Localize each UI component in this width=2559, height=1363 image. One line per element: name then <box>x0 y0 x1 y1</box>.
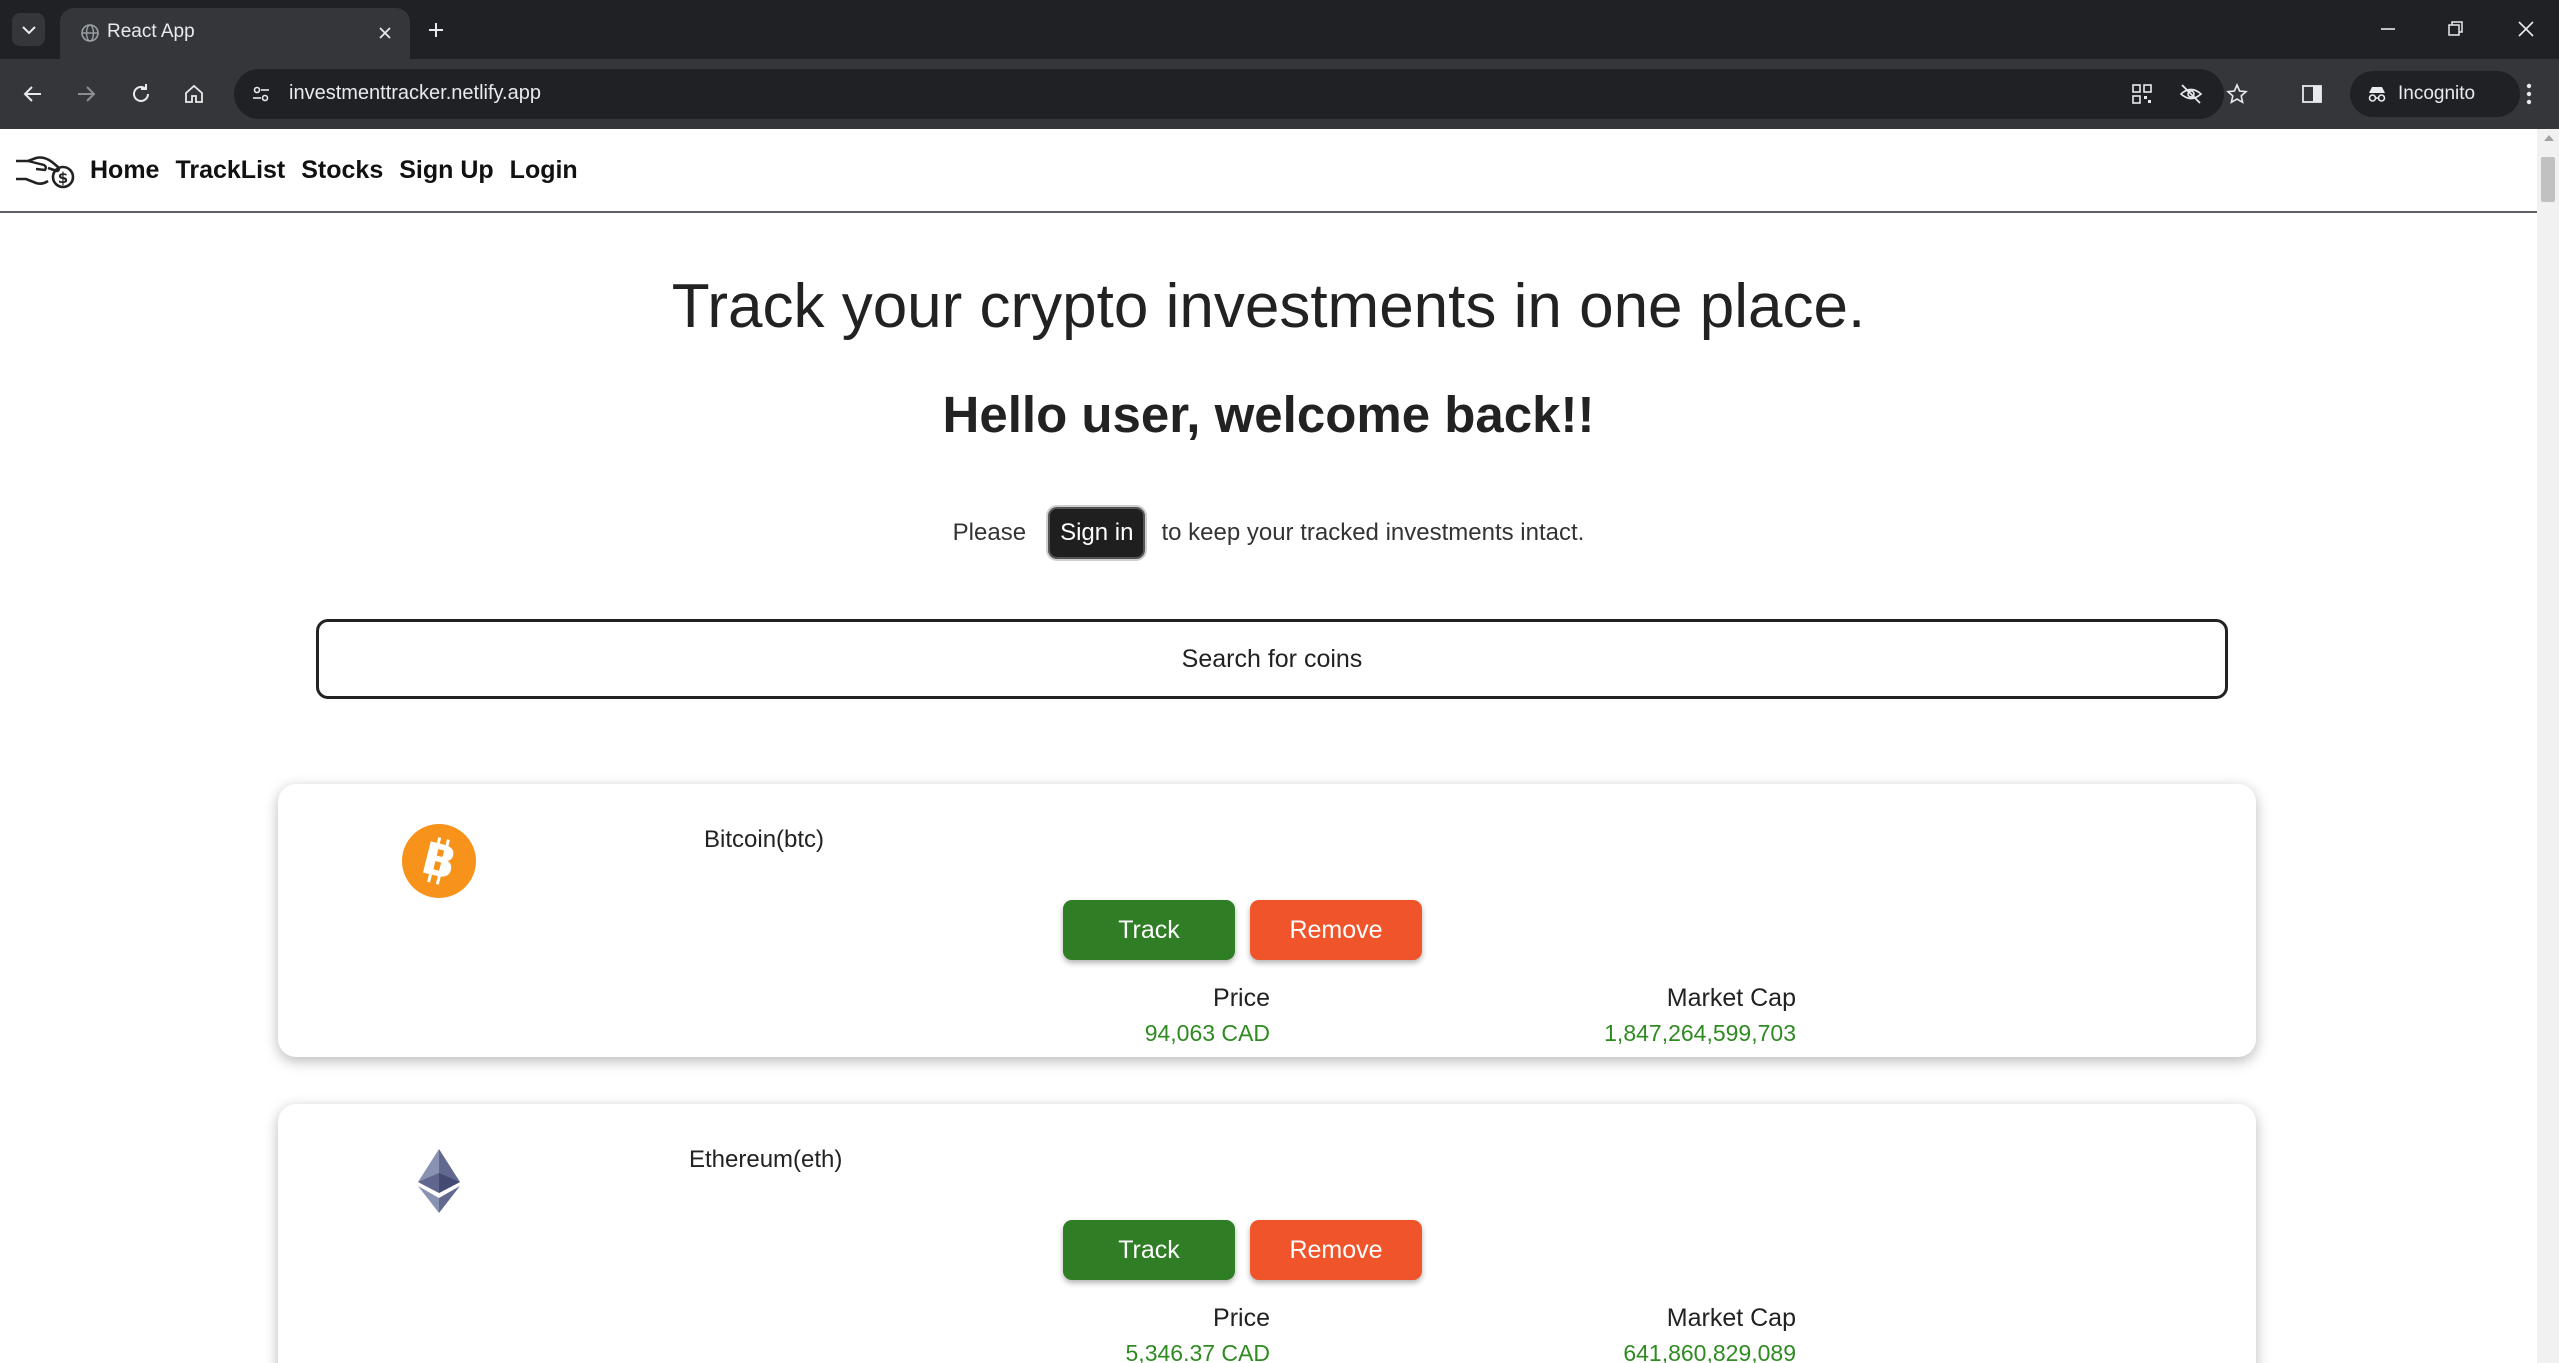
incognito-indicator[interactable]: Incognito <box>2350 71 2520 117</box>
more-vertical-icon <box>2526 83 2532 105</box>
signin-prompt: Please Sign in to keep your tracked inve… <box>0 507 2537 559</box>
minimize-button[interactable] <box>2368 12 2408 46</box>
plus-icon <box>429 23 443 37</box>
eye-slash-icon[interactable] <box>2176 79 2206 109</box>
nav-tracklist-link[interactable]: TrackList <box>175 156 285 185</box>
reload-icon <box>133 84 149 102</box>
bookmark-star-icon[interactable] <box>2222 79 2252 109</box>
close-tab-icon[interactable] <box>372 20 398 46</box>
browser-tab-bar: React App <box>0 0 2559 59</box>
minimize-icon <box>2381 28 2395 30</box>
incognito-icon <box>2368 87 2386 102</box>
browser-menu-button[interactable] <box>2512 77 2546 111</box>
signin-prefix: Please <box>952 519 1027 546</box>
remove-button[interactable]: Remove <box>1250 1220 1422 1280</box>
globe-icon <box>80 23 100 48</box>
coin-name: Bitcoin(btc) <box>704 826 825 853</box>
forward-button[interactable] <box>67 75 105 113</box>
ethereum-icon <box>418 1149 460 1218</box>
svg-text:$: $ <box>58 169 68 187</box>
market-cap-value: 641,860,829,089 <box>1623 1340 1796 1363</box>
page-viewport: $ Home TrackList Stocks Sign Up Login Tr… <box>0 129 2537 1363</box>
coin-search-input[interactable] <box>316 619 2228 699</box>
incognito-label: Incognito <box>2398 83 2476 104</box>
reload-button[interactable] <box>122 75 160 113</box>
site-navbar: $ Home TrackList Stocks Sign Up Login <box>0 129 2537 213</box>
coin-name: Ethereum(eth) <box>689 1146 843 1173</box>
track-button[interactable]: Track <box>1063 1220 1235 1280</box>
signin-suffix: to keep your tracked investments intact. <box>1161 519 1585 546</box>
arrow-right-icon <box>78 86 96 102</box>
hero-title: Track your crypto investments in one pla… <box>671 272 1866 341</box>
remove-button[interactable]: Remove <box>1250 900 1422 960</box>
tab-title: React App <box>107 21 195 42</box>
market-cap-label: Market Cap <box>1666 984 1796 1012</box>
price-label: Price <box>1213 1304 1270 1332</box>
market-cap-value: 1,847,264,599,703 <box>1604 1020 1796 1046</box>
price-value: 94,063 CAD <box>1144 1020 1270 1046</box>
nav-links: Home TrackList Stocks Sign Up Login <box>90 129 594 211</box>
welcome-message: Hello user, welcome back!! <box>942 386 1595 443</box>
close-icon <box>2518 21 2534 37</box>
price-value: 5,346.37 CAD <box>1125 1340 1270 1363</box>
scrollbar-thumb[interactable] <box>2541 157 2555 202</box>
nav-signup-link[interactable]: Sign Up <box>399 156 493 185</box>
back-button[interactable] <box>14 75 52 113</box>
new-tab-button[interactable] <box>420 14 452 46</box>
close-window-button[interactable] <box>2506 12 2546 46</box>
coin-card-ethereum: Ethereum(eth) Track Remove Price 5,346.3… <box>278 1104 2256 1363</box>
nav-home-link[interactable]: Home <box>90 156 159 185</box>
chevron-down-icon <box>21 25 36 34</box>
bitcoin-icon: B <box>402 824 476 903</box>
tab-search-button[interactable] <box>12 13 45 46</box>
qr-code-icon[interactable] <box>2127 79 2157 109</box>
hand-money-logo-icon[interactable]: $ <box>14 153 76 194</box>
signin-button[interactable]: Sign in <box>1048 507 1146 559</box>
page-scrollbar[interactable] <box>2537 129 2559 1363</box>
home-icon <box>185 84 203 103</box>
restore-button[interactable] <box>2436 12 2476 46</box>
coin-card-bitcoin: B Bitcoin(btc) Track Remove Price 94,063… <box>278 784 2256 1057</box>
side-panel-icon <box>2302 85 2322 103</box>
browser-tab[interactable]: React App <box>60 8 410 59</box>
nav-login-link[interactable]: Login <box>510 156 578 185</box>
home-button[interactable] <box>175 75 213 113</box>
arrow-left-icon <box>23 86 41 102</box>
url-text[interactable]: investmenttracker.netlify.app <box>289 82 541 105</box>
browser-toolbar: investmenttracker.netlify.app Incognito <box>0 59 2559 129</box>
address-bar[interactable]: investmenttracker.netlify.app <box>234 69 2248 119</box>
track-button[interactable]: Track <box>1063 900 1235 960</box>
market-cap-label: Market Cap <box>1666 1304 1796 1332</box>
side-panel-button[interactable] <box>2293 75 2331 113</box>
site-info-icon[interactable] <box>246 79 276 109</box>
restore-icon <box>2448 21 2463 36</box>
scroll-up-arrow-icon[interactable] <box>2544 135 2554 141</box>
price-label: Price <box>1213 984 1270 1012</box>
nav-stocks-link[interactable]: Stocks <box>301 156 383 185</box>
